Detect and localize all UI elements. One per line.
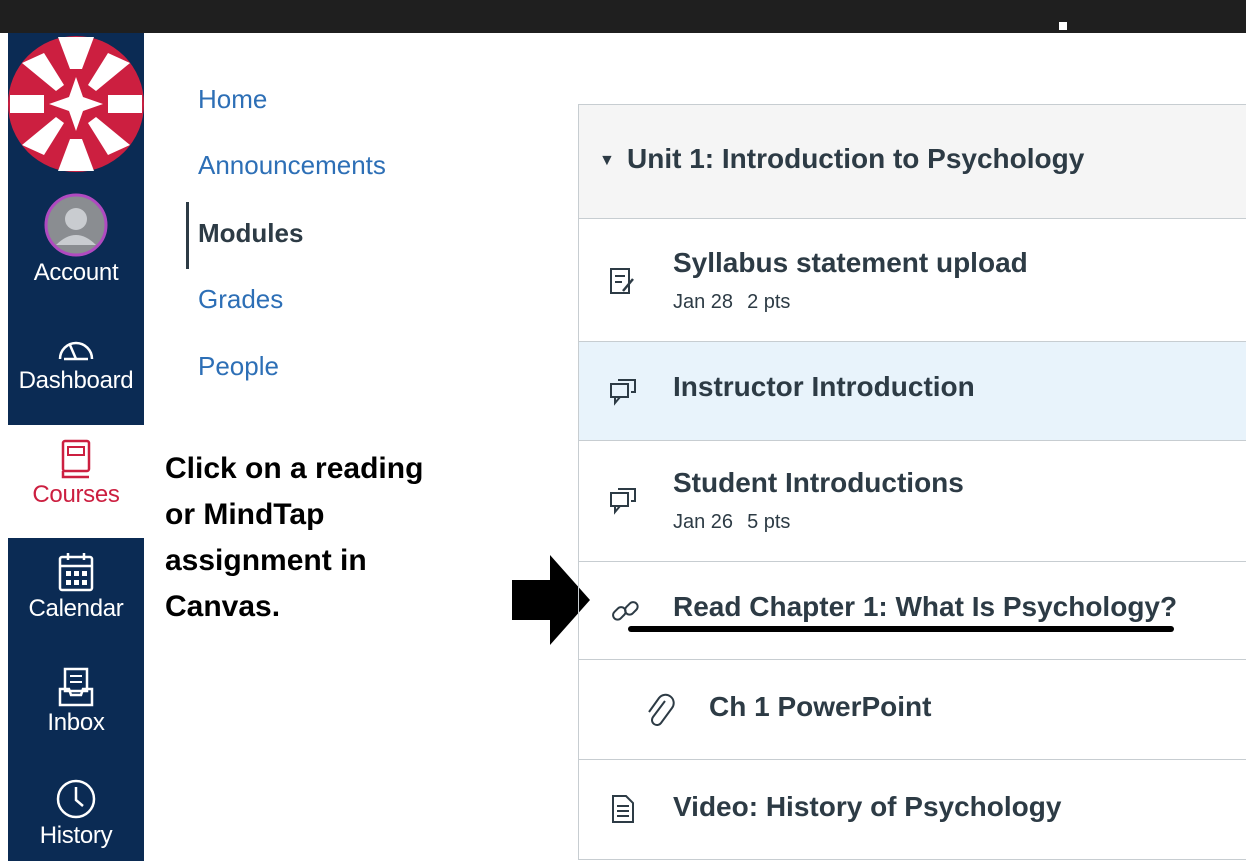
dashboard-gauge-icon bbox=[58, 341, 94, 361]
module-item-read-chapter-1[interactable]: Read Chapter 1: What Is Psychology? bbox=[579, 562, 1246, 660]
module-item-meta: Jan 28 2 pts bbox=[673, 291, 790, 314]
module-item-instructor-intro[interactable]: Instructor Introduction bbox=[579, 342, 1246, 441]
link-icon bbox=[612, 601, 639, 621]
calendar-icon bbox=[58, 553, 94, 592]
discussion-icon bbox=[610, 379, 636, 406]
discussion-icon bbox=[610, 488, 636, 515]
nav-history-label: History bbox=[39, 822, 113, 849]
nav-history[interactable]: History bbox=[8, 778, 144, 850]
module-title: Unit 1: Introduction to Psychology bbox=[627, 143, 1085, 174]
module-item-syllabus[interactable]: Syllabus statement upload Jan 28 2 pts bbox=[579, 219, 1246, 342]
module-item-title[interactable]: Syllabus statement upload bbox=[673, 247, 1028, 279]
module-item-title[interactable]: Ch 1 PowerPoint bbox=[709, 691, 931, 723]
module-item-title[interactable]: Video: History of Psychology bbox=[673, 791, 1061, 823]
module-panel: ▼ Unit 1: Introduction to Psychology Syl… bbox=[578, 104, 1246, 860]
nav-dashboard-label: Dashboard bbox=[18, 367, 134, 394]
nav-inbox-label: Inbox bbox=[47, 709, 105, 736]
course-nav-grades[interactable]: Grades bbox=[198, 284, 283, 315]
nav-calendar[interactable]: Calendar bbox=[8, 551, 144, 623]
module-item-student-intros[interactable]: Student Introductions Jan 26 5 pts bbox=[579, 441, 1246, 562]
annotation-underline bbox=[628, 626, 1174, 632]
nav-calendar-label: Calendar bbox=[28, 595, 124, 622]
assignment-icon bbox=[610, 268, 634, 294]
module-item-title[interactable]: Student Introductions bbox=[673, 467, 964, 499]
collapse-caret-icon[interactable]: ▼ bbox=[599, 152, 615, 170]
course-nav-people[interactable]: People bbox=[198, 351, 279, 382]
points: 5 pts bbox=[747, 511, 791, 533]
page-icon bbox=[612, 795, 634, 823]
due-date: Jan 26 bbox=[673, 511, 734, 533]
global-navigation: Account Dashboard Courses Calendar Inbox… bbox=[8, 33, 144, 861]
instruction-line: or MindTap bbox=[165, 498, 325, 531]
account-avatar-icon bbox=[44, 193, 108, 257]
book-icon bbox=[61, 439, 91, 479]
module-item-video-history[interactable]: Video: History of Psychology bbox=[579, 760, 1246, 859]
due-date: Jan 28 bbox=[673, 291, 734, 313]
nav-courses[interactable]: Courses bbox=[8, 425, 144, 538]
instruction-line: assignment in bbox=[165, 544, 367, 577]
points: 2 pts bbox=[747, 291, 791, 313]
nav-inbox[interactable]: Inbox bbox=[8, 667, 144, 737]
nav-dashboard[interactable]: Dashboard bbox=[8, 329, 144, 395]
nav-courses-label: Courses bbox=[32, 481, 120, 508]
clock-icon bbox=[56, 779, 96, 819]
instruction-text: Click on a reading or MindTap assignment… bbox=[165, 446, 485, 630]
course-nav-home[interactable]: Home bbox=[198, 84, 267, 115]
module-header[interactable]: ▼ Unit 1: Introduction to Psychology bbox=[579, 105, 1246, 219]
nav-account-label: Account bbox=[33, 259, 119, 286]
module-item-title[interactable]: Instructor Introduction bbox=[673, 371, 975, 403]
module-item-ch1-powerpoint[interactable]: Ch 1 PowerPoint bbox=[579, 660, 1246, 760]
inbox-icon bbox=[58, 667, 94, 707]
instruction-line: Click on a reading bbox=[165, 452, 424, 485]
course-nav-modules[interactable]: Modules bbox=[198, 218, 303, 249]
module-item-title[interactable]: Read Chapter 1: What Is Psychology? bbox=[673, 591, 1177, 623]
top-bar bbox=[0, 0, 1246, 33]
nav-account[interactable]: Account bbox=[8, 193, 144, 287]
paperclip-icon bbox=[648, 693, 675, 726]
module-item-meta: Jan 26 5 pts bbox=[673, 511, 790, 534]
institution-logo[interactable] bbox=[8, 33, 144, 175]
top-bar-marker bbox=[1059, 22, 1067, 30]
course-nav-announcements[interactable]: Announcements bbox=[198, 150, 386, 181]
instruction-line: Canvas. bbox=[165, 590, 281, 623]
active-indicator bbox=[186, 202, 189, 269]
